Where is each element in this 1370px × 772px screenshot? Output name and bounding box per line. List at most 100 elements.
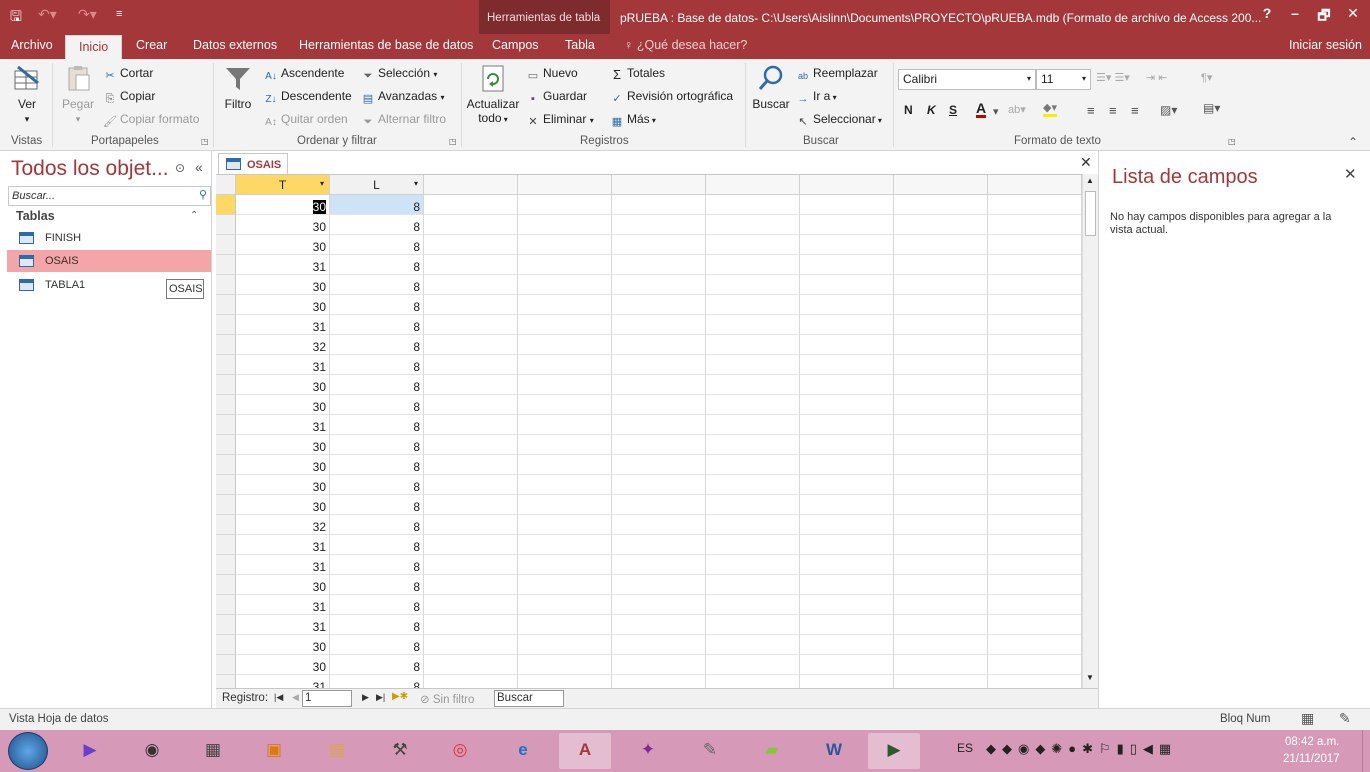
- tools-icon[interactable]: ⚒: [374, 733, 426, 769]
- align-left-icon[interactable]: ≡: [1087, 103, 1095, 118]
- system-tray-icons[interactable]: ◆◆◉◆✺●✱⚐▮▯◀▦: [986, 741, 1177, 757]
- nav-item-finish[interactable]: FINISH: [7, 227, 211, 249]
- table-cell[interactable]: 30: [236, 435, 330, 455]
- utility-icon[interactable]: ✎: [684, 733, 736, 769]
- record-selector[interactable]: [216, 235, 236, 255]
- show-desktop-button[interactable]: [1362, 730, 1370, 772]
- record-selector[interactable]: [216, 195, 236, 215]
- table-cell[interactable]: 30: [236, 395, 330, 415]
- refresh-all-button[interactable]: Actualizar todo ▾: [466, 63, 520, 125]
- table-cell[interactable]: 32: [236, 515, 330, 535]
- language-indicator[interactable]: ES: [957, 741, 973, 755]
- record-selector[interactable]: [216, 335, 236, 355]
- table-cell[interactable]: 8: [330, 515, 424, 535]
- dialog-launcher-icon[interactable]: ◳: [449, 137, 457, 146]
- format-painter-button[interactable]: 🖌 Copiar formato: [103, 112, 199, 129]
- table-cell[interactable]: 31: [236, 535, 330, 555]
- new-record-button[interactable]: ▭ Nuevo: [526, 66, 578, 83]
- visual-studio-icon[interactable]: ▶: [64, 733, 116, 769]
- table-cell[interactable]: 31: [236, 315, 330, 335]
- record-selector[interactable]: [216, 215, 236, 235]
- clear-sort-button[interactable]: A↕ Quitar orden: [264, 112, 348, 130]
- close-doc-icon[interactable]: ✕: [1080, 154, 1092, 171]
- tab-datos-externos[interactable]: Datos externos: [193, 38, 277, 52]
- record-selector[interactable]: [216, 375, 236, 395]
- replace-button[interactable]: ab Reemplazar: [796, 66, 878, 83]
- help-button[interactable]: ?: [1256, 5, 1278, 25]
- table-cell[interactable]: 8: [330, 335, 424, 355]
- record-selector[interactable]: [216, 595, 236, 615]
- file-explorer-icon[interactable]: ▤: [311, 733, 363, 769]
- customize-qat-icon[interactable]: ≡: [116, 8, 122, 20]
- table-cell[interactable]: 30: [236, 275, 330, 295]
- table-cell[interactable]: 8: [330, 655, 424, 675]
- fill-color-icon[interactable]: ◆▾: [1043, 101, 1057, 117]
- totals-button[interactable]: Σ Totales: [610, 66, 665, 82]
- first-record-icon[interactable]: |◀: [274, 692, 283, 703]
- table-cell[interactable]: 30: [236, 195, 330, 215]
- table-cell[interactable]: 8: [330, 255, 424, 275]
- record-selector[interactable]: [216, 495, 236, 515]
- collapse-section-icon[interactable]: ⌃: [190, 210, 198, 221]
- bold-button[interactable]: N: [904, 103, 913, 117]
- toggle-filter-button[interactable]: ⏷ Alternar filtro: [361, 112, 446, 129]
- underline-button[interactable]: S: [949, 103, 957, 117]
- table-cell[interactable]: 8: [330, 235, 424, 255]
- table-cell[interactable]: 8: [330, 435, 424, 455]
- font-size-select[interactable]: 11 ▾: [1036, 69, 1091, 90]
- align-center-icon[interactable]: ≡: [1109, 103, 1117, 118]
- sticky-notes-icon[interactable]: ▰: [746, 733, 798, 769]
- indent-icon[interactable]: ⇥ ⇤: [1146, 71, 1168, 84]
- design-view-icon[interactable]: ✎: [1339, 710, 1351, 727]
- tab-tabla[interactable]: Tabla: [565, 38, 595, 52]
- word-icon[interactable]: W: [808, 733, 860, 769]
- record-selector[interactable]: [216, 535, 236, 555]
- dialog-launcher-icon[interactable]: ◳: [201, 137, 209, 146]
- no-filter-button[interactable]: ⊘ Sin filtro: [420, 692, 474, 706]
- record-number-input[interactable]: 1: [302, 690, 352, 707]
- column-header[interactable]: L ▾: [330, 175, 424, 195]
- record-selector[interactable]: [216, 515, 236, 535]
- nav-search-input[interactable]: Buscar... ⚲: [8, 186, 211, 206]
- record-selector[interactable]: [216, 455, 236, 475]
- tab-archivo[interactable]: Archivo: [11, 38, 53, 52]
- highlight-icon[interactable]: ab▾: [1008, 103, 1026, 116]
- datasheet-search-input[interactable]: Buscar: [494, 690, 564, 707]
- table-cell[interactable]: 8: [330, 455, 424, 475]
- record-selector[interactable]: [216, 635, 236, 655]
- nav-pane-title[interactable]: Todos los objet...: [11, 157, 169, 181]
- datasheet-view-icon[interactable]: ▦: [1301, 710, 1314, 727]
- view-button[interactable]: Ver ▾: [9, 63, 45, 125]
- table-cell[interactable]: 30: [236, 655, 330, 675]
- table-cell[interactable]: 8: [330, 475, 424, 495]
- font-name-select[interactable]: Calibri ▾: [898, 69, 1036, 90]
- paste-button[interactable]: Pegar ▾: [60, 63, 96, 125]
- record-selector[interactable]: [216, 255, 236, 275]
- table-cell[interactable]: 30: [236, 455, 330, 475]
- record-selector[interactable]: [216, 435, 236, 455]
- nav-section-tablas[interactable]: Tablas: [16, 209, 55, 223]
- record-selector[interactable]: [216, 475, 236, 495]
- nav-menu-icon[interactable]: ⊙: [175, 161, 185, 175]
- table-cell[interactable]: 8: [330, 275, 424, 295]
- table-cell[interactable]: 30: [236, 375, 330, 395]
- app-icon[interactable]: ▶: [868, 733, 920, 769]
- table-cell[interactable]: 31: [236, 595, 330, 615]
- clock-time[interactable]: 08:42 a.m.: [1285, 736, 1339, 748]
- dialog-launcher-icon[interactable]: ◳: [1228, 137, 1236, 146]
- tab-inicio[interactable]: Inicio: [65, 35, 123, 59]
- align-right-icon[interactable]: ≡: [1131, 103, 1139, 118]
- close-button[interactable]: ✕: [1342, 5, 1364, 25]
- filter-button[interactable]: Filtro: [221, 63, 255, 111]
- table-cell[interactable]: 8: [330, 555, 424, 575]
- table-cell[interactable]: 8: [330, 315, 424, 335]
- column-header[interactable]: T ▾: [236, 175, 330, 195]
- record-selector[interactable]: [216, 315, 236, 335]
- more-button[interactable]: ▦ Más ▾: [610, 112, 656, 129]
- chevron-down-icon[interactable]: ▾: [414, 179, 418, 188]
- sign-in-link[interactable]: Iniciar sesión: [1289, 38, 1362, 52]
- record-selector[interactable]: [216, 555, 236, 575]
- vertical-scrollbar[interactable]: ▲ ▼: [1082, 174, 1098, 688]
- next-record-icon[interactable]: ▶: [362, 692, 369, 703]
- redo-icon[interactable]: ↷▾: [78, 6, 97, 23]
